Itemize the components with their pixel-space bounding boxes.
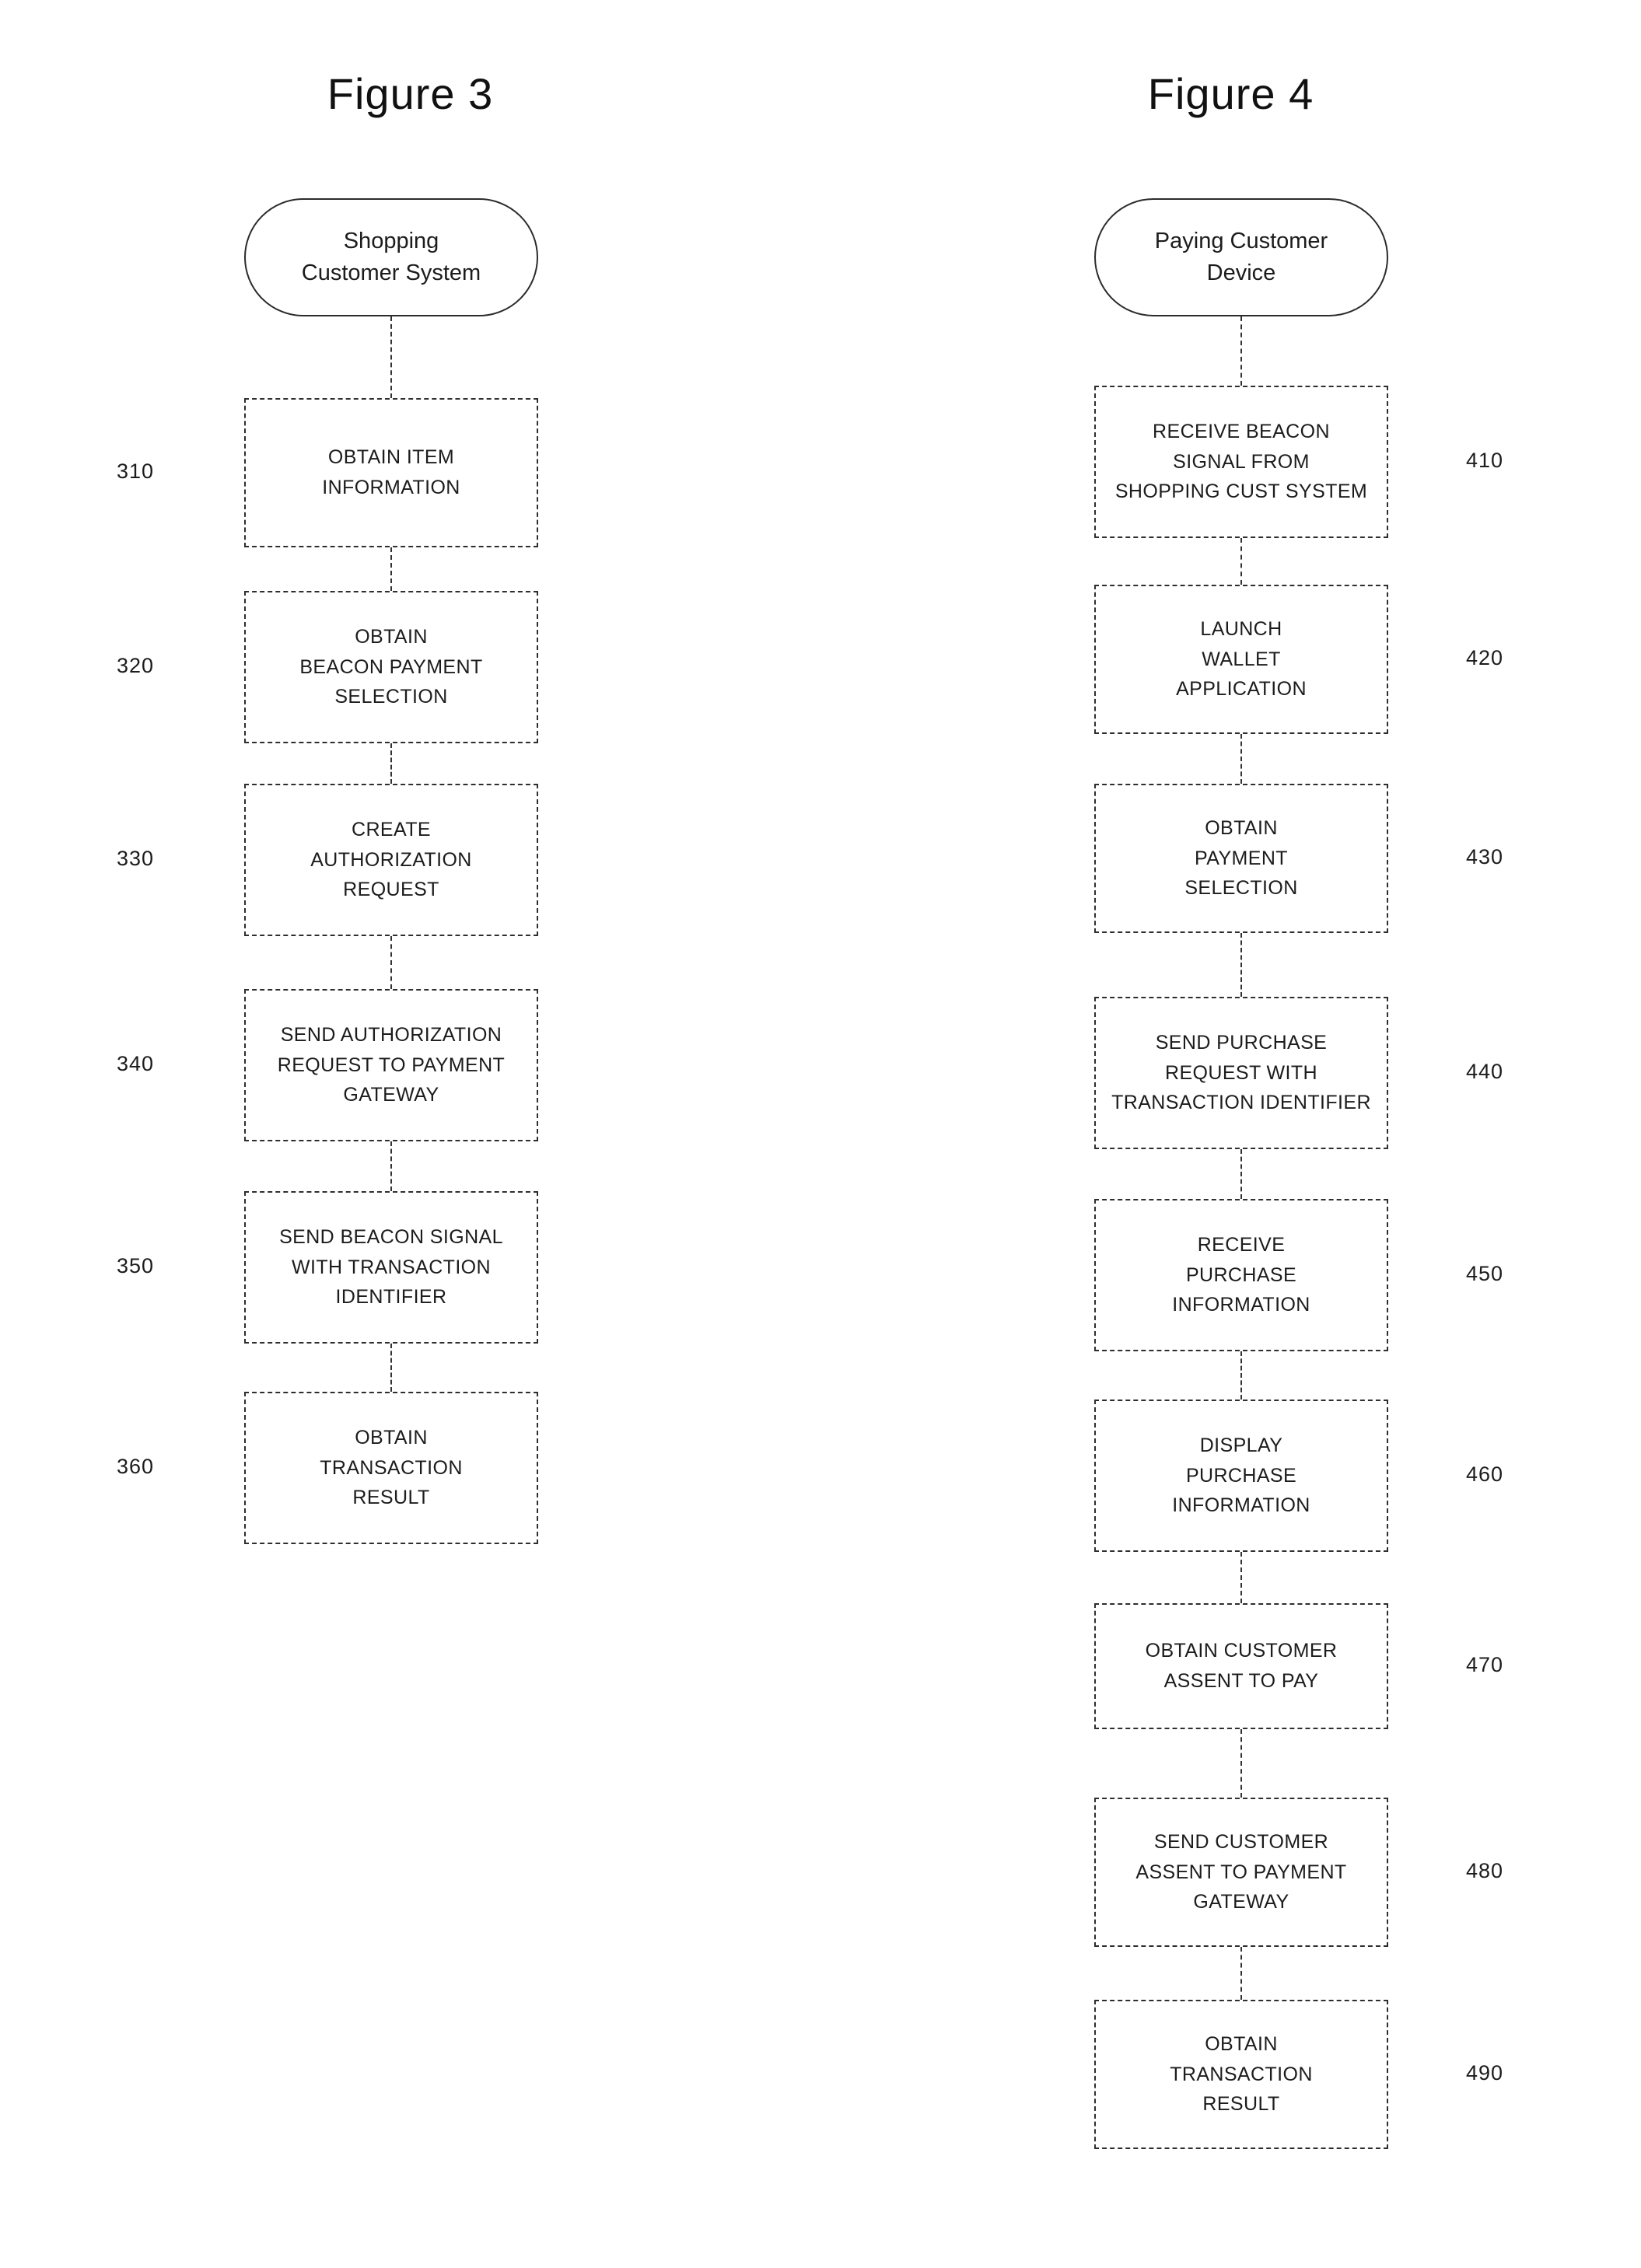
flow-step-label-line: SELECTION [334, 686, 448, 708]
flow-step-box-450: RECEIVE PURCHASE INFORMATION [1094, 1199, 1388, 1351]
figure-3-terminal-node: Shopping Customer System [244, 198, 538, 316]
terminal-line: Device [1206, 260, 1276, 285]
figure-4-panel: Figure 4 Paying Customer Device RECEIVE … [820, 0, 1641, 2268]
flow-step-box-470: OBTAIN CUSTOMER ASSENT TO PAY [1094, 1603, 1388, 1729]
figure-3-title: Figure 3 [327, 69, 494, 118]
flow-step-box-480: SEND CUSTOMER ASSENT TO PAYMENT GATEWAY [1094, 1798, 1388, 1947]
terminal-line: Paying Customer [1154, 228, 1328, 253]
flow-step-label-line: RECEIVE BEACON [1153, 420, 1330, 442]
flow-step-label-line: AUTHORIZATION [310, 848, 472, 871]
flow-connector [1240, 538, 1242, 585]
reference-numeral-340: 340 [117, 1052, 155, 1075]
flow-step-label-line: SEND AUTHORIZATION [280, 1023, 502, 1046]
flow-connector [1240, 1149, 1242, 1199]
reference-numeral-360: 360 [117, 1455, 155, 1478]
flow-step-box-330: CREATE AUTHORIZATION REQUEST [244, 784, 538, 936]
flow-connector [1240, 1729, 1242, 1798]
flow-step-label-line: INFORMATION [322, 477, 460, 498]
reference-numeral-410: 410 [1466, 449, 1504, 472]
reference-numeral-440: 440 [1466, 1060, 1504, 1083]
flow-step-box-410: RECEIVE BEACON SIGNAL FROM SHOPPING CUST S… [1094, 386, 1388, 538]
reference-numeral-480: 480 [1466, 1859, 1504, 1882]
flow-step-label-line: SIGNAL FROM [1173, 450, 1310, 473]
figure-3-panel: Figure 3 Shopping Customer System OBTAIN… [0, 0, 820, 2268]
reference-numeral-490: 490 [1466, 2061, 1504, 2085]
flow-step-label-line: CREATE [352, 818, 431, 840]
flow-connector [1240, 316, 1242, 386]
flow-step-label-line: GATEWAY [1193, 1891, 1289, 1913]
reference-numeral-450: 450 [1466, 1262, 1504, 1285]
flow-step-box-440: SEND PURCHASE REQUEST WITH TRANSACTION IDE… [1094, 997, 1388, 1149]
flow-step-label-line: SEND PURCHASE [1155, 1031, 1328, 1054]
flow-connector [390, 936, 392, 989]
reference-numeral-460: 460 [1466, 1462, 1504, 1486]
reference-numeral-430: 430 [1466, 845, 1504, 868]
flow-step-label-line: DISPLAY [1199, 1434, 1283, 1456]
reference-numeral-330: 330 [117, 847, 155, 870]
flow-step-label-line: RECEIVE [1197, 1233, 1286, 1256]
flow-step-box-320: OBTAIN BEACON PAYMENT SELECTION [244, 591, 538, 743]
flow-connector [390, 316, 392, 398]
flow-step-label-line: SEND CUSTOMER [1153, 1830, 1329, 1853]
terminal-line: Shopping [343, 228, 439, 253]
flow-step-label-line: PAYMENT [1195, 847, 1288, 869]
flow-connector [390, 743, 392, 784]
flow-step-label-line: RESULT [1202, 2093, 1280, 2116]
flow-step-label-line: IDENTIFIER [335, 1286, 447, 1309]
flow-step-label-line: PURCHASE [1185, 1464, 1297, 1487]
flow-step-label-line: LAUNCH [1200, 617, 1282, 640]
flow-step-label-line: GATEWAY [343, 1084, 439, 1106]
reference-numeral-320: 320 [117, 654, 155, 677]
flow-connector [1240, 1552, 1242, 1603]
flow-step-label-line: OBTAIN [1205, 2032, 1278, 2055]
flow-connector [1240, 933, 1242, 997]
flow-connector [390, 547, 392, 591]
flow-step-label-line: SEND BEACON SIGNAL [279, 1225, 503, 1248]
flow-step-label-line: SELECTION [1184, 877, 1298, 900]
flow-step-label-line: APPLICATION [1176, 678, 1307, 701]
reference-numeral-470: 470 [1466, 1653, 1504, 1676]
flow-step-label-line: SHOPPING CUST SYSTEM [1114, 481, 1368, 503]
figure-4-terminal-node: Paying Customer Device [1094, 198, 1388, 316]
flow-step-label-line: OBTAIN [355, 625, 428, 648]
flow-step-box-420: LAUNCH WALLET APPLICATION [1094, 585, 1388, 734]
flow-step-label-line: REQUEST WITH [1164, 1061, 1317, 1084]
flow-step-label-line: INFORMATION [1172, 1294, 1310, 1316]
flow-step-label-line: PURCHASE [1185, 1263, 1297, 1286]
flow-step-label-line: TRANSACTION IDENTIFIER [1111, 1092, 1371, 1114]
flow-step-label-line: OBTAIN [355, 1426, 428, 1449]
flow-step-box-460: DISPLAY PURCHASE INFORMATION [1094, 1400, 1388, 1552]
flow-step-label-line: WALLET [1202, 648, 1281, 670]
reference-numeral-310: 310 [117, 460, 155, 483]
flow-step-label-line: INFORMATION [1172, 1494, 1310, 1517]
flow-step-box-430: OBTAIN PAYMENT SELECTION [1094, 784, 1388, 933]
flow-step-label-line: WITH TRANSACTION [292, 1256, 491, 1278]
flow-step-box-490: OBTAIN TRANSACTION RESULT [1094, 2000, 1388, 2149]
reference-numeral-420: 420 [1466, 646, 1504, 669]
flow-step-label-line: BEACON PAYMENT [299, 655, 483, 678]
figure-4-title: Figure 4 [1147, 69, 1314, 118]
flow-step-label-line: ASSENT TO PAYMENT [1135, 1861, 1347, 1883]
flow-step-label-line: ASSENT TO PAY [1163, 1670, 1319, 1692]
flow-connector [390, 1344, 392, 1392]
flow-step-label-line: TRANSACTION [320, 1456, 463, 1479]
flow-step-label-line: OBTAIN CUSTOMER [1145, 1640, 1338, 1662]
terminal-line: Customer System [301, 260, 481, 285]
flow-step-box-360: OBTAIN TRANSACTION RESULT [244, 1392, 538, 1544]
flow-step-box-340: SEND AUTHORIZATION REQUEST TO PAYMENT GATE… [244, 989, 538, 1141]
flow-connector [1240, 1947, 1242, 2000]
flow-connector [1240, 1351, 1242, 1400]
flow-connector [1240, 734, 1242, 784]
flow-step-box-310: OBTAIN ITEM INFORMATION [244, 398, 538, 547]
reference-numeral-350: 350 [117, 1254, 155, 1277]
flow-connector [390, 1141, 392, 1191]
flow-step-label-line: OBTAIN ITEM [327, 446, 455, 469]
flow-step-label-line: REQUEST TO PAYMENT [277, 1054, 506, 1076]
flow-step-box-350: SEND BEACON SIGNAL WITH TRANSACTION IDENTI… [244, 1191, 538, 1344]
flow-step-label-line: REQUEST [343, 879, 439, 901]
flow-step-label-line: RESULT [352, 1487, 430, 1509]
flow-step-label-line: TRANSACTION [1170, 2063, 1313, 2085]
patent-drawing-sheet: Figure 3 Shopping Customer System OBTAIN… [0, 0, 1641, 2268]
flow-step-label-line: OBTAIN [1205, 816, 1278, 839]
